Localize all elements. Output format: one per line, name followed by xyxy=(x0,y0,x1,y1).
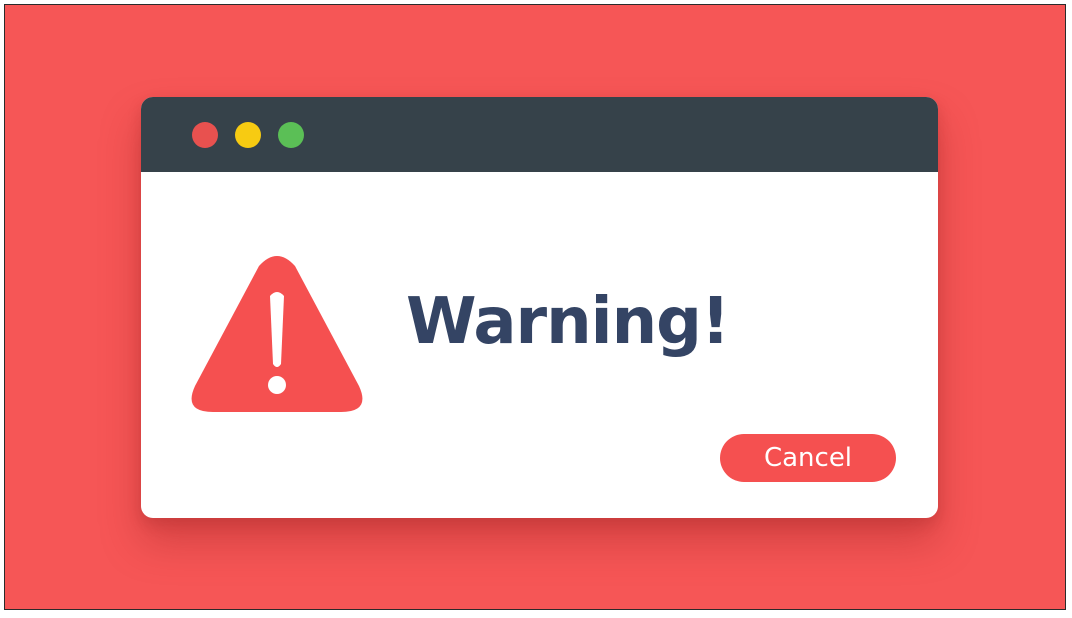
background: Warning! Cancel xyxy=(4,4,1066,610)
minimize-window-button[interactable] xyxy=(235,122,261,148)
warning-triangle-icon xyxy=(191,256,363,412)
maximize-window-button[interactable] xyxy=(278,122,304,148)
warning-title: Warning! xyxy=(406,285,730,359)
exclamation-dot xyxy=(268,376,286,394)
warning-dialog: Warning! Cancel xyxy=(141,97,938,518)
cancel-button[interactable]: Cancel xyxy=(720,434,896,482)
window-titlebar xyxy=(141,97,938,172)
close-window-button[interactable] xyxy=(192,122,218,148)
